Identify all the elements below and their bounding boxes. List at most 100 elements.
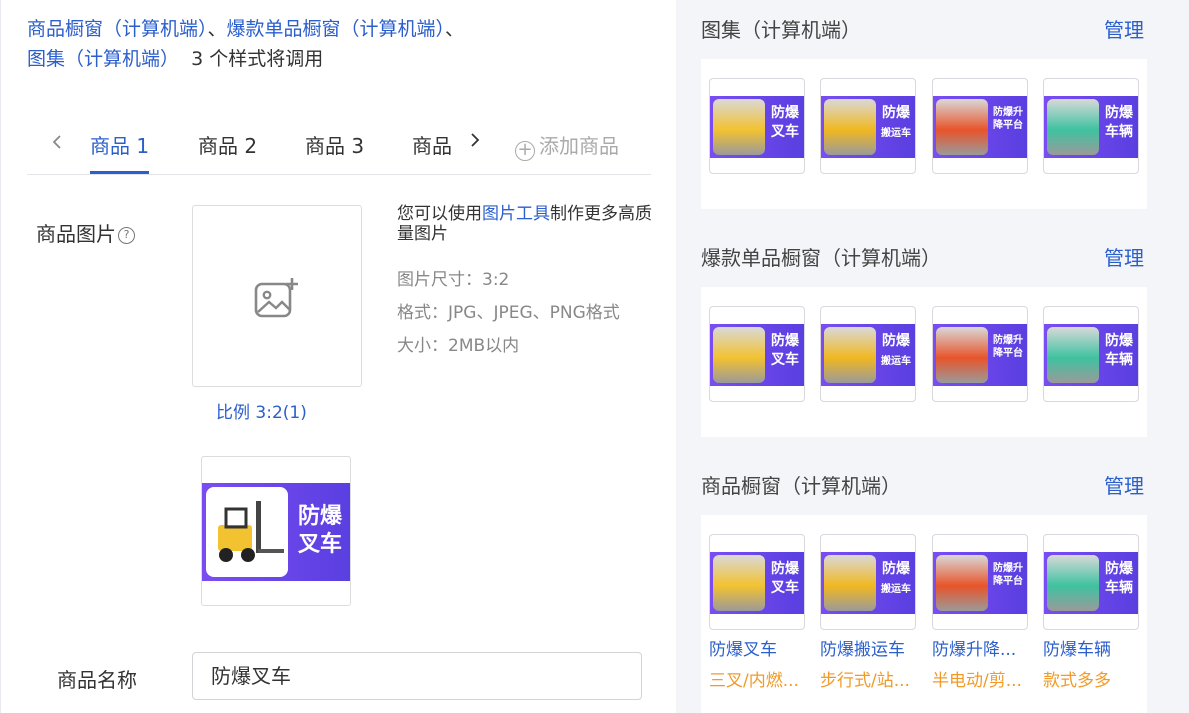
banner-line-1: 防爆 — [1105, 105, 1133, 121]
product-banner: 防爆 搬运车 — [821, 324, 915, 386]
product-photo — [936, 327, 988, 383]
banner-line-1: 防爆 — [771, 105, 799, 121]
manage-hot-window-button[interactable]: 管理 — [1104, 242, 1144, 271]
product-name-input[interactable]: 防爆叉车 — [192, 652, 642, 700]
product-banner: 防爆 车辆 — [1044, 96, 1138, 158]
hot-window-card: 防爆 叉车 防爆 搬运车 防爆升 降平台 防爆 车辆 — [701, 287, 1147, 437]
product-tile[interactable]: 防爆 车辆 — [1043, 306, 1139, 402]
tab-product-1[interactable]: 商品 1 — [90, 130, 149, 159]
product-banner-text: 防爆 车辆 — [1101, 104, 1137, 142]
banner-line-1: 防爆升 — [993, 107, 1023, 118]
manage-gallery-button[interactable]: 管理 — [1104, 14, 1144, 43]
product-tile[interactable]: 防爆升 降平台 — [932, 306, 1028, 402]
product-banner: 防爆升 降平台 — [933, 324, 1027, 386]
product-photo — [824, 99, 876, 155]
product-description: 款式多多 — [1043, 671, 1111, 691]
product-description: 半电动/剪... — [932, 671, 1022, 691]
banner-line-1: 防爆 — [1105, 561, 1133, 577]
preview-banner: 防爆 叉车 — [202, 483, 350, 581]
banner-line-2: 降平台 — [993, 348, 1023, 359]
product-banner-text: 防爆升 降平台 — [990, 106, 1026, 132]
usage-separator: 、 — [445, 18, 465, 40]
add-product-label: 添加商品 — [539, 134, 619, 158]
preview-banner-text: 防爆 叉车 — [290, 503, 350, 559]
product-tile[interactable]: 防爆升 降平台 — [932, 534, 1028, 630]
usage-link-gallery[interactable]: 图集（计算机端） — [27, 48, 179, 70]
product-image-label: 商品图片? — [36, 218, 135, 247]
product-banner-text: 防爆 搬运车 — [878, 560, 914, 599]
product-name-link[interactable]: 防爆升降... — [932, 635, 1032, 660]
uploaded-image-preview[interactable]: 防爆 叉车 — [201, 456, 351, 606]
product-banner-text: 防爆 搬运车 — [878, 332, 914, 371]
image-tool-tip: 您可以使用图片工具制作更多高质量图片 — [397, 204, 657, 244]
product-editor-panel: 商品橱窗（计算机端）、爆款单品橱窗（计算机端）、 图集（计算机端） 3 个样式将… — [0, 0, 676, 713]
tab-product-2[interactable]: 商品 2 — [198, 130, 257, 159]
product-tile[interactable]: 防爆 车辆 — [1043, 534, 1139, 630]
banner-line-1: 防爆 — [771, 561, 799, 577]
preview-line-1: 防爆 — [297, 504, 342, 529]
product-banner: 防爆 叉车 — [710, 96, 804, 158]
product-photo — [1047, 327, 1099, 383]
product-tile[interactable]: 防爆 叉车 — [709, 78, 805, 174]
forklift-photo — [206, 487, 288, 577]
banner-line-2: 叉车 — [771, 352, 799, 368]
image-tool-link[interactable]: 图片工具 — [482, 204, 550, 224]
active-tab-underline — [90, 171, 149, 174]
spec-filesize: 大小：2MB以内 — [397, 336, 520, 356]
tab-product-4[interactable]: 商品 — [412, 130, 452, 159]
product-photo — [824, 327, 876, 383]
banner-line-1: 防爆 — [1105, 333, 1133, 349]
image-upload-box[interactable] — [192, 205, 362, 387]
product-tile[interactable]: 防爆 叉车 — [709, 306, 805, 402]
gallery-card: 防爆 叉车 防爆 搬运车 防爆升 降平台 防爆 车辆 — [701, 59, 1147, 209]
add-image-icon — [254, 278, 298, 318]
product-tile[interactable]: 防爆 搬运车 — [820, 534, 916, 630]
product-name-link[interactable]: 防爆叉车 — [709, 635, 809, 660]
product-tabs: 商品 1 商品 2 商品 3 商品 + 添加商品 — [27, 110, 651, 175]
product-banner: 防爆 车辆 — [1044, 324, 1138, 386]
chevron-left-icon[interactable] — [51, 134, 63, 150]
tab-viewport: 商品 1 商品 2 商品 3 商品 — [77, 110, 477, 174]
help-icon[interactable]: ? — [118, 227, 135, 244]
banner-line-2: 车辆 — [1105, 580, 1133, 596]
product-name-label: 商品名称 — [57, 668, 137, 692]
usage-link-product-window[interactable]: 商品橱窗（计算机端） — [27, 18, 208, 40]
product-banner-text: 防爆 叉车 — [767, 332, 803, 370]
product-banner: 防爆 搬运车 — [821, 96, 915, 158]
ratio-link[interactable]: 比例 3:2(1) — [216, 398, 307, 423]
product-description: 步行式/站... — [820, 671, 910, 691]
banner-line-1: 防爆 — [771, 333, 799, 349]
banner-line-2: 车辆 — [1105, 352, 1133, 368]
product-tile[interactable]: 防爆 搬运车 — [820, 306, 916, 402]
banner-line-2: 搬运车 — [881, 128, 911, 139]
plus-circle-icon: + — [515, 141, 535, 161]
add-product-button[interactable]: + 添加商品 — [515, 130, 619, 161]
banner-line-2: 搬运车 — [881, 584, 911, 595]
product-banner: 防爆 车辆 — [1044, 552, 1138, 614]
usage-separator: 、 — [207, 18, 227, 40]
product-window-card: 防爆 叉车 防爆叉车 三叉/内燃... 防爆 搬运车 防爆搬运车 步行式/站... 防爆升 降平台… — [701, 515, 1147, 713]
product-banner-text: 防爆 叉车 — [767, 560, 803, 598]
product-name-link[interactable]: 防爆车辆 — [1043, 635, 1143, 660]
product-banner: 防爆 叉车 — [710, 552, 804, 614]
banner-line-2: 车辆 — [1105, 124, 1133, 140]
product-tile[interactable]: 防爆 叉车 — [709, 534, 805, 630]
product-banner-text: 防爆 叉车 — [767, 104, 803, 142]
product-name-link[interactable]: 防爆搬运车 — [820, 635, 920, 660]
product-photo — [936, 99, 988, 155]
product-tile[interactable]: 防爆升 降平台 — [932, 78, 1028, 174]
manage-product-window-button[interactable]: 管理 — [1104, 470, 1144, 499]
banner-line-1: 防爆升 — [993, 335, 1023, 346]
chevron-right-icon[interactable] — [469, 132, 481, 148]
product-tile[interactable]: 防爆 车辆 — [1043, 78, 1139, 174]
banner-line-2: 搬运车 — [881, 356, 911, 367]
product-tile[interactable]: 防爆 搬运车 — [820, 78, 916, 174]
product-photo — [1047, 555, 1099, 611]
tab-product-3[interactable]: 商品 3 — [305, 130, 364, 159]
product-banner: 防爆 叉车 — [710, 324, 804, 386]
banner-line-2: 叉车 — [771, 580, 799, 596]
usage-link-hot-window[interactable]: 爆款单品橱窗（计算机端） — [227, 18, 446, 40]
product-photo — [936, 555, 988, 611]
product-photo — [713, 555, 765, 611]
product-banner: 防爆 搬运车 — [821, 552, 915, 614]
